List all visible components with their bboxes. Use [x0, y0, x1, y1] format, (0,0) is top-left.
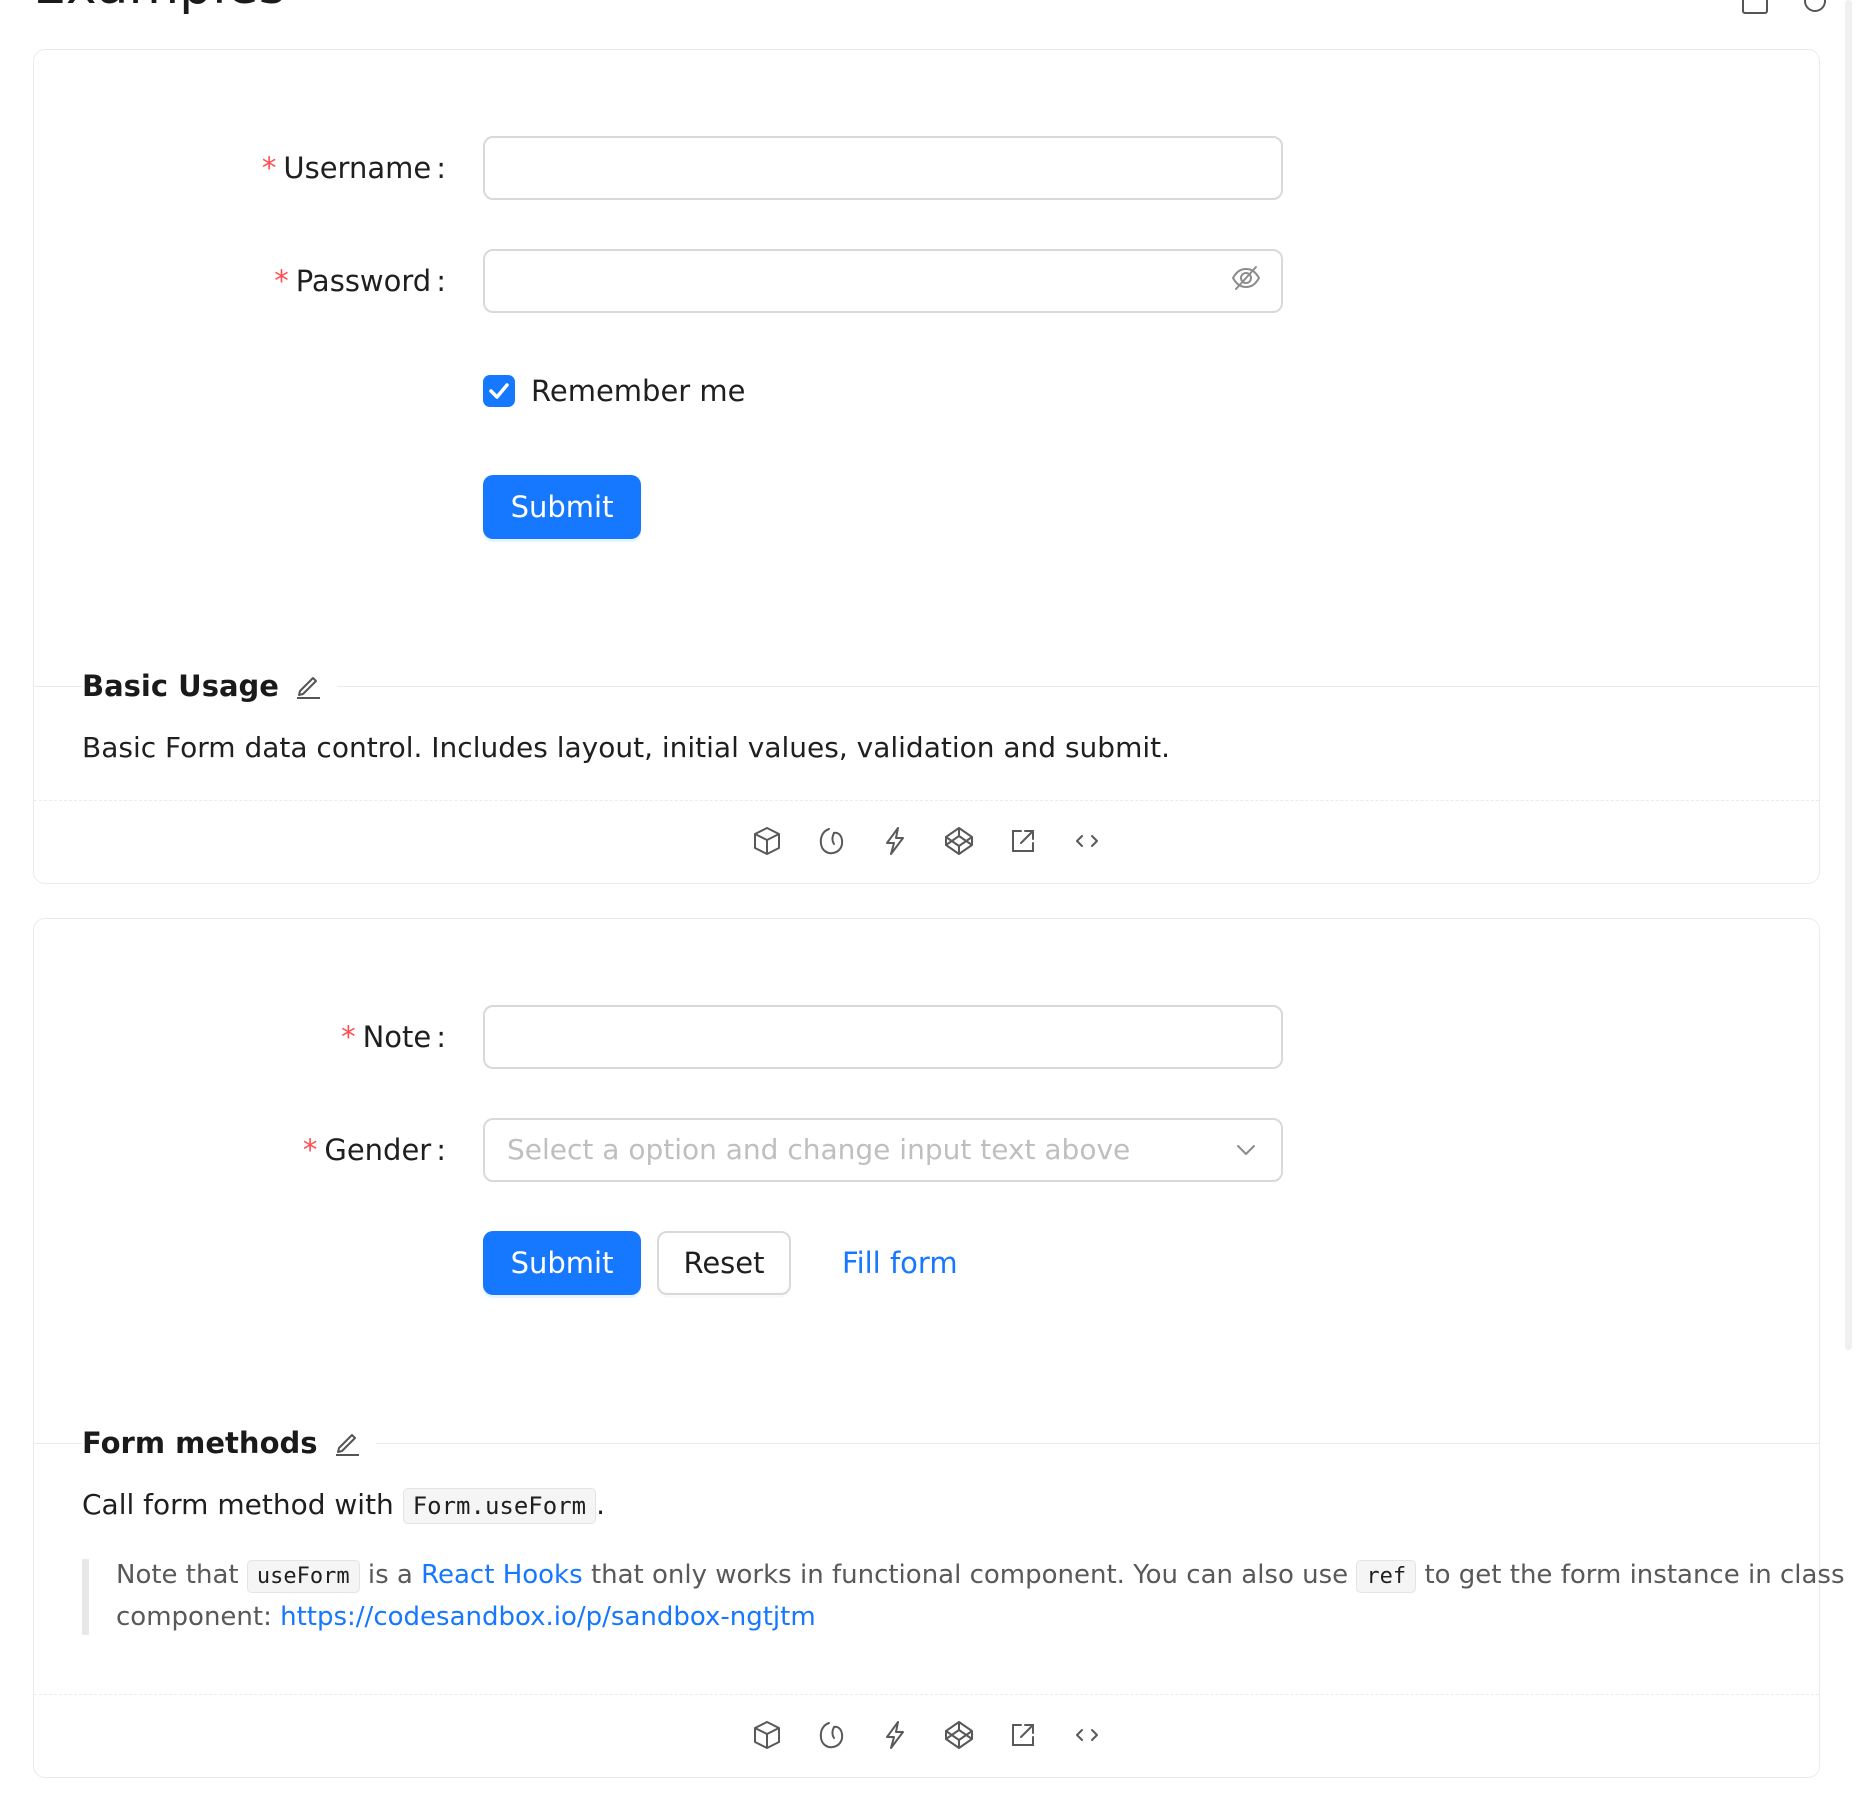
- demo-card-form-methods: * Note: * Gender: Select a option and chan…: [33, 918, 1845, 1778]
- gender-label: * Gender:: [302, 1133, 446, 1167]
- gender-placeholder: Select a option and change input text ab…: [507, 1133, 1131, 1166]
- code-actions: [34, 820, 1819, 860]
- open-external-icon[interactable]: [1007, 825, 1039, 857]
- section-title: Form methods: [82, 1423, 376, 1463]
- stackblitz-icon[interactable]: [815, 1719, 847, 1751]
- section-title: Basic Usage: [82, 666, 337, 706]
- inline-code: ref: [1356, 1560, 1417, 1593]
- bug-icon[interactable]: [1800, 0, 1830, 16]
- remember-me-checkbox[interactable]: [483, 375, 515, 407]
- username-label: * Username:: [261, 151, 446, 185]
- submit-button[interactable]: Submit: [483, 1231, 641, 1295]
- codepen-icon[interactable]: [943, 1719, 975, 1751]
- edit-icon[interactable]: [293, 670, 323, 700]
- scrollbar[interactable]: [1845, 0, 1852, 1350]
- actions-divider: [34, 1694, 1819, 1695]
- inline-code: Form.useForm: [402, 1488, 597, 1524]
- actions-divider: [34, 800, 1819, 801]
- submit-button[interactable]: Submit: [483, 475, 641, 539]
- codesandbox-link[interactable]: https://codesandbox.io/p/sandbox-ngtjtm: [280, 1602, 816, 1632]
- fill-form-button[interactable]: Fill form: [842, 1231, 958, 1295]
- codepen-icon[interactable]: [943, 825, 975, 857]
- note-line-1: Note that useForm is a React Hooks that …: [116, 1555, 1845, 1597]
- reset-button[interactable]: Reset: [657, 1231, 791, 1295]
- codesandbox-icon[interactable]: [751, 1719, 783, 1751]
- gender-select[interactable]: Select a option and change input text ab…: [483, 1118, 1283, 1182]
- codesandbox-icon[interactable]: [751, 825, 783, 857]
- note-input[interactable]: [483, 1005, 1283, 1069]
- edit-icon[interactable]: [332, 1427, 362, 1457]
- thunderbolt-icon[interactable]: [879, 825, 911, 857]
- section-description: Basic Form data control. Includes layout…: [82, 731, 1171, 764]
- code-actions: [34, 1714, 1819, 1754]
- note-blockquote: Note that useForm is a React Hooks that …: [82, 1559, 1845, 1635]
- window-icon[interactable]: [1740, 0, 1770, 16]
- eye-invisible-icon[interactable]: [1230, 262, 1262, 294]
- section-description: Call form method with Form.useForm.: [82, 1485, 605, 1526]
- react-hooks-link[interactable]: React Hooks: [421, 1560, 583, 1590]
- code-expand-icon[interactable]: [1071, 825, 1103, 857]
- page-title: Examples: [33, 0, 286, 16]
- remember-me-label[interactable]: Remember me: [531, 369, 746, 413]
- password-label: * Password:: [274, 264, 446, 298]
- username-input[interactable]: [483, 136, 1283, 200]
- chevron-down-icon: [1237, 1145, 1255, 1155]
- inline-code: useForm: [246, 1560, 360, 1593]
- note-label: * Note:: [341, 1020, 446, 1054]
- open-external-icon[interactable]: [1007, 1719, 1039, 1751]
- code-expand-icon[interactable]: [1071, 1719, 1103, 1751]
- note-line-2: component: https://codesandbox.io/p/sand…: [116, 1602, 816, 1632]
- thunderbolt-icon[interactable]: [879, 1719, 911, 1751]
- password-input[interactable]: [483, 249, 1283, 313]
- demo-card-basic-usage: * Username: * Password: Remember me Submit…: [33, 49, 1820, 884]
- stackblitz-icon[interactable]: [815, 825, 847, 857]
